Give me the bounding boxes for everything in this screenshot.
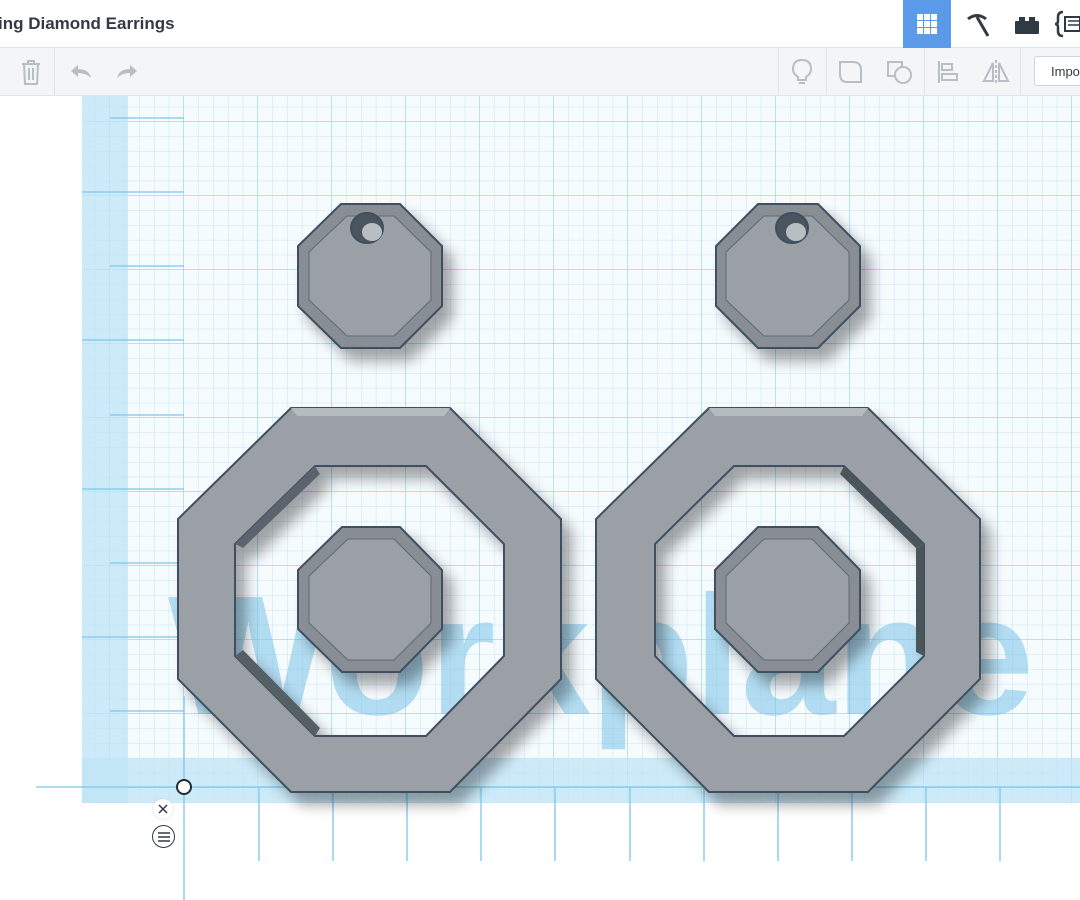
workplane-svg[interactable]: Workplane bbox=[0, 96, 1080, 900]
code-blocks-icon bbox=[1054, 10, 1080, 38]
trash-icon bbox=[22, 59, 40, 85]
mirror-icon bbox=[982, 59, 1010, 84]
menu-icon bbox=[157, 831, 170, 842]
earring-center-right[interactable] bbox=[714, 526, 861, 673]
blocks-mode-button[interactable] bbox=[953, 0, 1001, 48]
codeblocks-mode-button[interactable] bbox=[1053, 0, 1080, 48]
brick-icon bbox=[1015, 17, 1039, 34]
earring-top-right[interactable] bbox=[715, 203, 861, 349]
workplane-origin-handle[interactable] bbox=[176, 779, 192, 795]
import-button[interactable]: Import bbox=[1034, 56, 1080, 86]
edit-toolbar: Import bbox=[0, 48, 1080, 96]
redo-button[interactable] bbox=[104, 48, 150, 95]
ungroup-shape-icon bbox=[887, 60, 912, 84]
delete-button[interactable] bbox=[8, 48, 54, 95]
undo-button[interactable] bbox=[58, 48, 104, 95]
earring-top-left[interactable] bbox=[297, 203, 443, 349]
design-title[interactable]: ing Diamond Earrings bbox=[0, 14, 175, 34]
close-icon bbox=[158, 804, 168, 814]
align-button[interactable] bbox=[925, 48, 971, 95]
mirror-button[interactable] bbox=[973, 48, 1019, 95]
close-button[interactable] bbox=[153, 799, 173, 819]
workplane-canvas[interactable]: Workplane bbox=[0, 96, 1080, 900]
ungroup-button[interactable] bbox=[876, 48, 922, 95]
top-bar: ing Diamond Earrings bbox=[0, 0, 1080, 48]
notes-lightbulb-button[interactable] bbox=[779, 48, 825, 95]
pickaxe-icon bbox=[967, 14, 990, 37]
3d-design-mode-button[interactable] bbox=[903, 0, 951, 48]
group-button[interactable] bbox=[828, 48, 874, 95]
lightbulb-icon bbox=[791, 58, 813, 84]
earring-center-left[interactable] bbox=[297, 526, 443, 673]
menu-button[interactable] bbox=[152, 825, 175, 848]
align-icon bbox=[938, 60, 958, 83]
redo-icon bbox=[117, 64, 137, 78]
undo-icon bbox=[71, 64, 91, 78]
bricks-mode-button[interactable] bbox=[1003, 0, 1051, 48]
grid-icon bbox=[917, 14, 937, 34]
group-shape-icon bbox=[839, 60, 862, 83]
